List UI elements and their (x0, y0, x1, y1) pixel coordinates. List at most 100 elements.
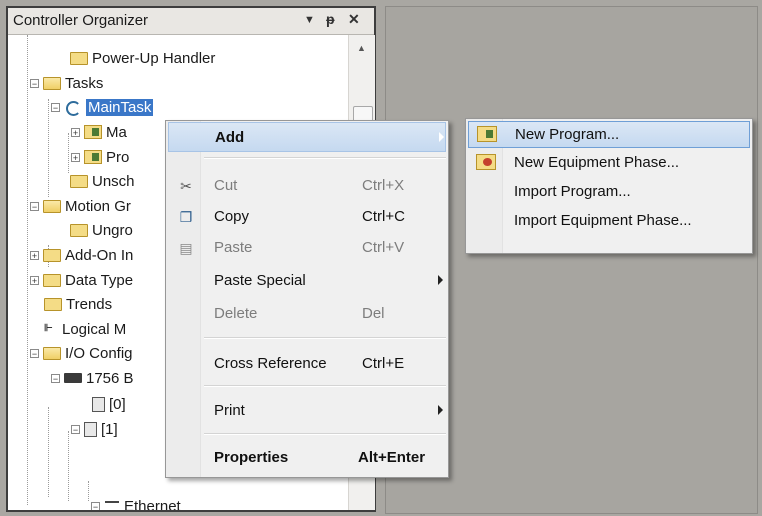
scroll-up-icon[interactable]: ▲ (357, 43, 366, 53)
tree-node-label: [1] (101, 420, 118, 438)
menu-item-label: Copy (214, 208, 250, 225)
expand-icon[interactable]: + (30, 275, 39, 285)
add-submenu: New Program... New Equipment Phase... Im… (465, 118, 753, 254)
expand-icon[interactable]: + (30, 250, 39, 260)
collapse-icon[interactable]: − (30, 348, 39, 358)
menu-item-add[interactable]: Add (168, 122, 446, 152)
network-icon (104, 499, 120, 510)
tree-node-slot-1[interactable]: − [1] (71, 418, 118, 440)
tree-node-label: Data Type (65, 271, 134, 289)
tree-node-trends[interactable]: Trends (44, 293, 112, 315)
menu-separator (204, 433, 446, 435)
collapse-icon[interactable]: − (91, 501, 100, 510)
panel-dropdown-icon[interactable]: ▼ (304, 14, 315, 26)
program-icon (84, 125, 102, 139)
new-equipment-phase-icon (476, 154, 496, 170)
tree-node-label: Trends (66, 295, 113, 313)
tree-node-ungrouped-axes[interactable]: Ungro (70, 219, 133, 241)
tree-node-unscheduled[interactable]: Unsch (70, 170, 135, 192)
menu-separator (204, 157, 446, 159)
tree-node-ethernet[interactable]: − Ethernet (91, 495, 181, 510)
slot-icon (92, 396, 105, 412)
menu-item-label: Paste (214, 239, 253, 256)
folder-open-icon (43, 76, 61, 90)
menu-item-shortcut: Ctrl+V (362, 239, 405, 256)
pin-icon[interactable]: ᵽ (326, 11, 335, 27)
tree-node-label: 1756 B (86, 369, 134, 387)
tree-node-add-on-instructions[interactable]: + Add-On In (30, 244, 133, 266)
submenu-item-import-program[interactable]: Import Program... (468, 179, 750, 206)
menu-item-label: Paste Special (214, 272, 306, 289)
menu-item-shortcut: Ctrl+C (362, 208, 405, 225)
scissors-icon: ✂ (180, 178, 192, 194)
tree-node-maintask[interactable]: − MainTask (51, 96, 154, 118)
menu-item-properties[interactable]: Properties Alt+Enter (168, 443, 446, 473)
expand-icon[interactable]: + (71, 127, 80, 137)
folder-icon (70, 174, 88, 188)
menu-separator (204, 385, 446, 387)
tree-node-label: Tasks (65, 74, 104, 92)
tree-node-label-selected: MainTask (86, 98, 154, 116)
tree-node-label: Ethernet (124, 497, 181, 511)
program-icon (84, 150, 102, 164)
tree-node-logical-model[interactable]: ⊩ Logical M (44, 318, 126, 340)
tree-node-mainprogram[interactable]: + Ma (71, 121, 127, 143)
folder-icon (70, 223, 88, 237)
folder-open-icon (43, 199, 61, 213)
menu-item-shortcut: Ctrl+X (362, 177, 405, 194)
panel-title-bar: Controller Organizer ▼ ᵽ ✕ (8, 8, 374, 35)
submenu-item-new-equipment-phase[interactable]: New Equipment Phase... (468, 150, 750, 177)
menu-item-cut[interactable]: ✂ Cut Ctrl+X (168, 171, 446, 201)
tree-node-slot-0[interactable]: [0] (92, 393, 126, 415)
folder-icon (44, 297, 62, 311)
folder-icon (43, 248, 61, 262)
tree-node-io-configuration[interactable]: − I/O Config (30, 342, 133, 364)
module-icon (64, 373, 82, 383)
copy-icon: ❐ (179, 209, 193, 225)
menu-item-paste-special[interactable]: Paste Special (168, 266, 446, 296)
tree-node-label: Unsch (92, 172, 135, 190)
collapse-icon[interactable]: − (51, 102, 60, 112)
menu-separator (204, 337, 446, 339)
collapse-icon[interactable]: − (71, 424, 80, 434)
tree-node-tasks[interactable]: − Tasks (30, 72, 103, 94)
new-program-icon (477, 126, 497, 142)
tree-node-power-up-handler[interactable]: Power-Up Handler (70, 47, 215, 69)
folder-icon (43, 273, 61, 287)
tree-node-motion-groups[interactable]: − Motion Gr (30, 195, 131, 217)
submenu-arrow-icon (438, 275, 443, 285)
menu-item-delete[interactable]: Delete Del (168, 299, 446, 329)
menu-item-label: Cross Reference (214, 355, 327, 372)
close-icon[interactable]: ✕ (348, 11, 360, 28)
tree-node-label: Pro (106, 148, 130, 166)
task-icon (64, 100, 82, 116)
context-menu: Add ✂ Cut Ctrl+X ❐ Copy Ctrl+C ▤ Paste C… (165, 120, 449, 478)
menu-item-label: Properties (214, 449, 289, 466)
menu-item-cross-reference[interactable]: Cross Reference Ctrl+E (168, 349, 446, 379)
menu-item-copy[interactable]: ❐ Copy Ctrl+C (168, 202, 446, 232)
menu-item-print[interactable]: Print (168, 396, 446, 426)
expand-icon[interactable]: + (71, 152, 80, 162)
submenu-arrow-icon (438, 405, 443, 415)
submenu-item-label: New Program... (515, 126, 620, 143)
collapse-icon[interactable]: − (30, 78, 39, 88)
submenu-item-new-program[interactable]: New Program... (468, 121, 750, 148)
submenu-item-label: Import Equipment Phase... (514, 212, 692, 229)
logical-model-icon: ⊩ (44, 323, 53, 334)
submenu-arrow-icon (439, 132, 444, 142)
menu-item-paste[interactable]: ▤ Paste Ctrl+V (168, 233, 446, 263)
folder-open-icon (43, 346, 61, 360)
collapse-icon[interactable]: − (30, 201, 39, 211)
paste-icon: ▤ (179, 240, 193, 256)
panel-title: Controller Organizer (13, 12, 149, 29)
collapse-icon[interactable]: − (51, 373, 60, 383)
tree-node-label: Ma (106, 123, 127, 141)
tree-node-program[interactable]: + Pro (71, 146, 129, 168)
tree-node-label: Logical M (62, 320, 127, 338)
tree-node-1756-backplane[interactable]: − 1756 B (51, 367, 134, 389)
tree-node-data-types[interactable]: + Data Type (30, 269, 133, 291)
submenu-item-import-equipment-phase[interactable]: Import Equipment Phase... (468, 208, 750, 235)
menu-item-label: Print (214, 402, 245, 419)
menu-item-shortcut: Alt+Enter (358, 449, 426, 466)
folder-icon (70, 51, 88, 65)
